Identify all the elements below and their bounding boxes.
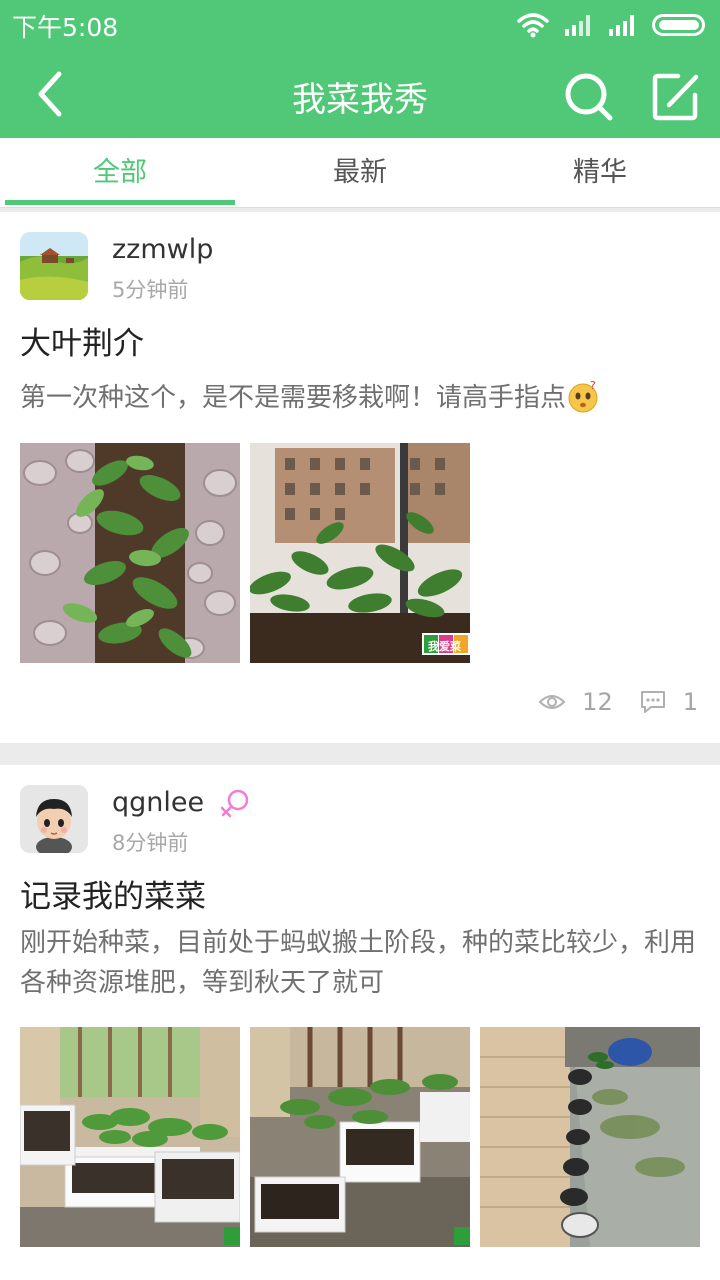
username[interactable]: qgnlee [112,787,204,818]
post-time: 5分钟前 [112,278,189,302]
post-body-text: 第一次种这个，是不是需要移栽啊！请高手指点 [20,383,567,413]
edit-icon [652,73,699,121]
compose-button[interactable] [648,68,704,124]
post-image[interactable]: 我爱菜 [250,443,470,663]
svg-text:?: ? [590,380,596,392]
female-icon [220,789,249,818]
tab-indicator [5,200,235,205]
search-button[interactable] [560,68,616,124]
comment-icon [640,691,665,713]
search-icon [565,73,613,121]
tab-featured[interactable]: 精华 [480,138,720,208]
signal-icon [565,15,590,36]
username[interactable]: zzmwlp [112,234,213,265]
status-time: 下午5:08 [12,13,119,42]
confused-face-emoji-icon: ? [568,379,598,413]
post-card[interactable]: qgnlee 8分钟前 记录我的菜菜 刚开始种菜，目前处于蚂蚁搬土阶段，种的菜比… [0,765,720,1280]
eye-icon [538,695,566,709]
post-body: 刚开始种菜，目前处于蚂蚁搬土阶段，种的菜比较少，利用各种资源堆肥，等到秋天了就可 [20,928,697,998]
post-title: 记录我的菜菜 [20,879,206,915]
image-watermark: 我爱菜 [428,639,462,653]
post-image[interactable] [250,1027,470,1247]
toolbar: 我菜我秀 [0,50,720,138]
post-image[interactable] [20,443,240,663]
avatar[interactable] [20,785,88,853]
back-button[interactable] [20,64,80,124]
post-image[interactable] [480,1027,700,1247]
tab-latest[interactable]: 最新 [240,138,480,208]
post-body: 第一次种这个，是不是需要移栽啊！请高手指点 ? [20,378,700,418]
post-stats: 12 1 [538,688,698,716]
avatar[interactable] [20,232,88,300]
chevron-left-icon [38,71,62,117]
status-bar: 下午5:08 [0,0,720,50]
wifi-icon [517,13,549,38]
comment-count: 1 [682,688,698,716]
tab-bar: 全部 最新 精华 [0,138,720,208]
signal-icon [609,15,634,36]
page-title: 我菜我秀 [292,80,428,120]
post-title: 大叶荆介 [20,326,144,362]
view-count: 12 [582,688,613,716]
tab-all[interactable]: 全部 [0,138,240,208]
post-card[interactable]: zzmwlp 5分钟前 大叶荆介 第一次种这个，是不是需要移栽啊！请高手指点 ? [0,212,720,743]
battery-icon [652,14,705,36]
app-header: 下午5:08 我菜我秀 [0,0,720,138]
post-image[interactable] [20,1027,240,1247]
status-icons [516,10,708,40]
post-time: 8分钟前 [112,831,189,855]
